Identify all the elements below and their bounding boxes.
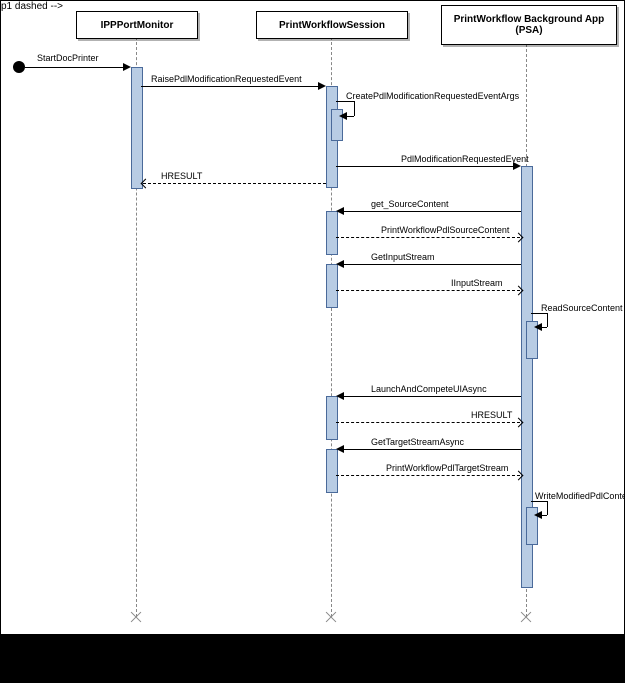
arrow bbox=[354, 101, 355, 116]
arrow-head-icon bbox=[336, 260, 344, 268]
arrow bbox=[141, 86, 323, 87]
arrow bbox=[547, 313, 548, 327]
arrow bbox=[547, 501, 548, 515]
arrow bbox=[336, 475, 520, 476]
arrow-head-icon bbox=[318, 82, 326, 90]
message-label: HRESULT bbox=[161, 171, 202, 181]
message-label: LaunchAndCompeteUIAsync bbox=[371, 384, 487, 394]
arrow-head-icon bbox=[336, 445, 344, 453]
arrow-head-icon bbox=[534, 511, 542, 519]
participant-label: PrintWorkflow Background App (PSA) bbox=[444, 14, 614, 36]
message-label: StartDocPrinter bbox=[37, 53, 99, 63]
arrow bbox=[336, 237, 520, 238]
message-label: GetInputStream bbox=[371, 252, 435, 262]
participant-psa: PrintWorkflow Background App (PSA) bbox=[441, 5, 617, 45]
participant-label: PrintWorkflowSession bbox=[279, 20, 385, 31]
destroy-icon bbox=[129, 610, 143, 624]
message-label: WriteModifiedPdlContent bbox=[535, 491, 625, 501]
participant-label: IPPPortMonitor bbox=[101, 20, 174, 31]
destroy-icon bbox=[519, 610, 533, 624]
message-label: ReadSourceContent bbox=[541, 303, 623, 313]
arrow-head-icon bbox=[123, 63, 131, 71]
message-label: HRESULT bbox=[471, 410, 512, 420]
message-label: PrintWorkflowPdlTargetStream bbox=[386, 463, 508, 473]
destroy-icon bbox=[324, 610, 338, 624]
start-node-icon bbox=[13, 61, 25, 73]
participant-ippportmonitor: IPPPortMonitor bbox=[76, 11, 198, 39]
arrow-head-icon bbox=[336, 392, 344, 400]
arrow bbox=[336, 101, 354, 102]
arrow-head-icon bbox=[339, 112, 347, 120]
message-label: PdlModificationRequestedEvent bbox=[401, 154, 529, 164]
message-label: get_SourceContent bbox=[371, 199, 449, 209]
activation-bar bbox=[326, 264, 338, 308]
message-label: GetTargetStreamAsync bbox=[371, 437, 464, 447]
arrow bbox=[338, 449, 521, 450]
message-label: PrintWorkflowPdlSourceContent bbox=[381, 225, 509, 235]
arrow bbox=[531, 313, 547, 314]
diagram-frame: IPPPortMonitor PrintWorkflowSession Prin… bbox=[0, 0, 625, 635]
participant-printworkflowsession: PrintWorkflowSession bbox=[256, 11, 408, 39]
activation-bar bbox=[326, 449, 338, 493]
arrow bbox=[338, 211, 521, 212]
message-label: IInputStream bbox=[451, 278, 503, 288]
arrow bbox=[338, 264, 521, 265]
arrow-head-icon bbox=[336, 207, 344, 215]
arrow bbox=[336, 422, 520, 423]
arrow bbox=[338, 396, 521, 397]
activation-bar bbox=[326, 396, 338, 440]
arrow bbox=[143, 183, 326, 184]
activation-bar bbox=[326, 211, 338, 255]
sequence-diagram-canvas: IPPPortMonitor PrintWorkflowSession Prin… bbox=[0, 0, 625, 683]
arrow-head-icon bbox=[534, 323, 542, 331]
arrow-head-icon bbox=[513, 162, 521, 170]
message-label: CreatePdlModificationRequestedEventArgs bbox=[346, 91, 519, 101]
arrow bbox=[25, 67, 129, 68]
message-label: RaisePdlModificationRequestedEvent bbox=[151, 74, 302, 84]
arrow bbox=[531, 501, 547, 502]
arrow bbox=[336, 290, 520, 291]
arrow bbox=[336, 166, 519, 167]
